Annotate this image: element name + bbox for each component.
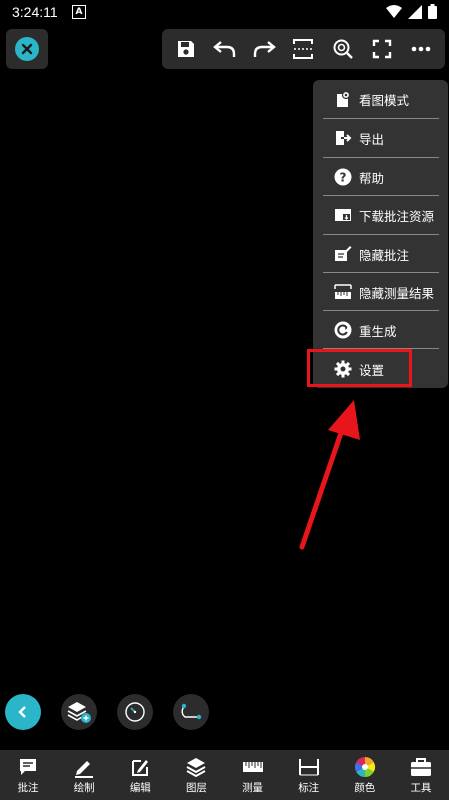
- layers-icon: [184, 756, 208, 778]
- menu-item-label: 下载批注资源: [359, 208, 435, 224]
- layer-add-button[interactable]: [61, 694, 97, 730]
- menu-item-label: 隐藏测量结果: [359, 285, 435, 301]
- chevron-left-icon: [18, 706, 26, 718]
- close-icon: [15, 37, 39, 61]
- menu-item-label: 导出: [359, 131, 385, 147]
- dimension-icon: [297, 756, 321, 778]
- signal-icon: [408, 4, 422, 19]
- toolbox-icon: [409, 756, 433, 778]
- menu-item-regenerate[interactable]: 重生成: [323, 311, 439, 349]
- undo-icon: [213, 41, 236, 57]
- save-icon: [177, 41, 194, 57]
- nav-label: 工具: [410, 781, 432, 794]
- menu-item-export[interactable]: 导出: [323, 119, 439, 157]
- nav-label: 批注: [17, 781, 39, 794]
- fullscreen-button[interactable]: [365, 32, 399, 66]
- svg-text:?: ?: [340, 171, 347, 185]
- crop-button[interactable]: [286, 32, 320, 66]
- menu-item-help[interactable]: ? 帮助: [323, 158, 439, 196]
- compass-icon: [125, 702, 145, 722]
- path-button[interactable]: [173, 694, 209, 730]
- more-button[interactable]: [404, 32, 438, 66]
- more-menu: 看图模式 导出 ? 帮助 下载批注资源 隐藏批注 隐藏测量结果 重生成 设置: [313, 80, 448, 388]
- menu-item-label: 帮助: [359, 170, 385, 186]
- nav-label: 标注: [298, 781, 320, 794]
- nav-label: 绘制: [73, 781, 95, 794]
- pointer-arrow: [299, 400, 360, 550]
- fullscreen-icon: [372, 39, 392, 59]
- menu-item-label: 看图模式: [359, 92, 410, 108]
- layer-add-icon: [67, 702, 91, 723]
- hide-measure-icon: [333, 282, 353, 302]
- status-time: 3:24:11: [12, 4, 58, 20]
- color-wheel-icon: [353, 756, 377, 778]
- nav-dimension[interactable]: 标注: [281, 750, 337, 800]
- menu-item-download-annotations[interactable]: 下载批注资源: [323, 196, 439, 234]
- zoom-button[interactable]: [326, 32, 360, 66]
- hide-annotation-icon: [333, 244, 353, 264]
- battery-icon: [428, 4, 437, 19]
- nav-annotation[interactable]: 批注: [0, 750, 56, 800]
- nav-tools[interactable]: 工具: [393, 750, 449, 800]
- edit-icon: [128, 756, 152, 778]
- more-icon: [412, 46, 431, 52]
- crop-icon: [293, 39, 314, 59]
- zoom-icon: [333, 39, 353, 59]
- nav-edit[interactable]: 编辑: [112, 750, 168, 800]
- menu-item-hide-annotations[interactable]: 隐藏批注: [323, 235, 439, 273]
- save-button[interactable]: [169, 32, 203, 66]
- pencil-icon: [72, 756, 96, 778]
- annotation-icon: [16, 756, 40, 778]
- wifi-icon: [386, 4, 402, 18]
- compass-button[interactable]: [117, 694, 153, 730]
- nav-label: 颜色: [354, 781, 376, 794]
- menu-item-hide-measurements[interactable]: 隐藏测量结果: [323, 273, 439, 311]
- close-button[interactable]: [6, 29, 48, 69]
- help-icon: ?: [333, 167, 353, 187]
- status-bar: 3:24:11 A: [0, 0, 449, 24]
- menu-item-label: 隐藏批注: [359, 247, 410, 263]
- menu-item-label: 重生成: [359, 323, 397, 339]
- nav-color[interactable]: 颜色: [337, 750, 393, 800]
- nav-label: 编辑: [129, 781, 151, 794]
- undo-button[interactable]: [208, 32, 242, 66]
- notification-icon: A: [72, 5, 86, 19]
- redo-icon: [254, 41, 277, 57]
- path-icon: [181, 703, 202, 720]
- top-toolbar: [162, 29, 445, 69]
- nav-draw[interactable]: 绘制: [56, 750, 112, 800]
- export-icon: [333, 128, 353, 148]
- ruler-icon: [241, 756, 265, 778]
- nav-label: 测量: [242, 781, 264, 794]
- nav-layers[interactable]: 图层: [168, 750, 224, 800]
- highlight-box: [307, 349, 412, 387]
- view-mode-icon: [333, 89, 353, 109]
- menu-item-view-mode[interactable]: 看图模式: [323, 80, 439, 118]
- collapse-button[interactable]: [5, 694, 41, 730]
- nav-measure[interactable]: 测量: [225, 750, 281, 800]
- download-annotation-icon: [333, 205, 353, 225]
- nav-label: 图层: [185, 781, 207, 794]
- regenerate-icon: [333, 320, 353, 340]
- bottom-nav: 批注 绘制 编辑 图层 测量 标注 颜色 工具: [0, 750, 449, 800]
- redo-button[interactable]: [247, 32, 281, 66]
